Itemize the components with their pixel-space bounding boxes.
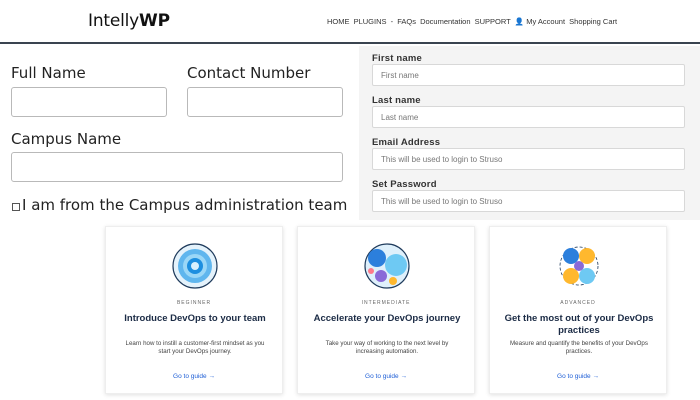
signup-panel: First name Last name Email Address Set P… [359,46,700,220]
card-title: Introduce DevOps to your team [124,313,266,324]
card-level-label: INTERMEDIATE [361,300,411,306]
team-nodes-icon [364,243,410,289]
email-address-input[interactable] [372,148,685,170]
main-nav: HOME PLUGINS - FAQs Documentation SUPPOR… [327,17,619,26]
last-name-label: Last name [372,95,421,106]
card-title: Accelerate your DevOps journey [313,313,461,324]
nav-separator: - [390,17,394,26]
card-level-label: ADVANCED [560,300,596,306]
guide-card-beginner: BEGINNER Introduce DevOps to your team L… [105,226,283,394]
intellywp-logo[interactable]: IntellyWP [88,11,170,31]
campus-name-label: Campus Name [11,130,122,148]
card-title: Get the most out of your DevOps practice… [504,313,654,336]
logo-text-plain: Intelly [88,11,140,31]
contact-number-input[interactable] [187,87,343,117]
logo-text-bold: WP [139,11,170,31]
team-cycle-icon [559,246,599,286]
card-description: Learn how to instill a customer-first mi… [125,340,265,355]
set-password-label: Set Password [372,179,437,190]
campus-name-input[interactable] [11,152,343,182]
nav-home[interactable]: HOME [327,17,350,26]
full-name-label: Full Name [11,64,86,82]
last-name-input[interactable] [372,106,685,128]
email-address-label: Email Address [372,137,441,148]
first-name-label: First name [372,53,423,64]
go-to-guide-link[interactable]: Go to guide → [298,373,474,380]
nav-faqs[interactable]: FAQs [397,17,416,26]
nav-documentation[interactable]: Documentation [420,17,470,26]
nav-support[interactable]: SUPPORT [475,17,511,26]
contact-number-label: Contact Number [187,64,311,82]
guide-card-advanced: ADVANCED Get the most out of your DevOps… [489,226,667,394]
set-password-input[interactable] [372,190,685,212]
first-name-input[interactable] [372,64,685,86]
full-name-input[interactable] [11,87,167,117]
admin-team-checkbox-label[interactable]: I am from the Campus administration team [22,196,347,214]
admin-team-checkbox[interactable] [12,203,20,211]
nav-plugins[interactable]: PLUGINS [354,17,387,26]
top-navigation-bar: IntellyWP HOME PLUGINS - FAQs Documentat… [0,0,700,44]
go-to-guide-link[interactable]: Go to guide → [490,373,666,380]
nav-my-account[interactable]: 👤 My Account [515,17,565,26]
card-level-label: BEGINNER [176,300,212,306]
go-to-guide-link[interactable]: Go to guide → [106,373,282,380]
card-description: Measure and quantify the benefits of you… [510,340,648,355]
card-description: Take your way of working to the next lev… [325,340,449,355]
nav-shopping-cart[interactable]: Shopping Cart [569,17,617,26]
guide-card-intermediate: INTERMEDIATE Accelerate your DevOps jour… [297,226,475,394]
target-circles-icon [172,243,218,289]
